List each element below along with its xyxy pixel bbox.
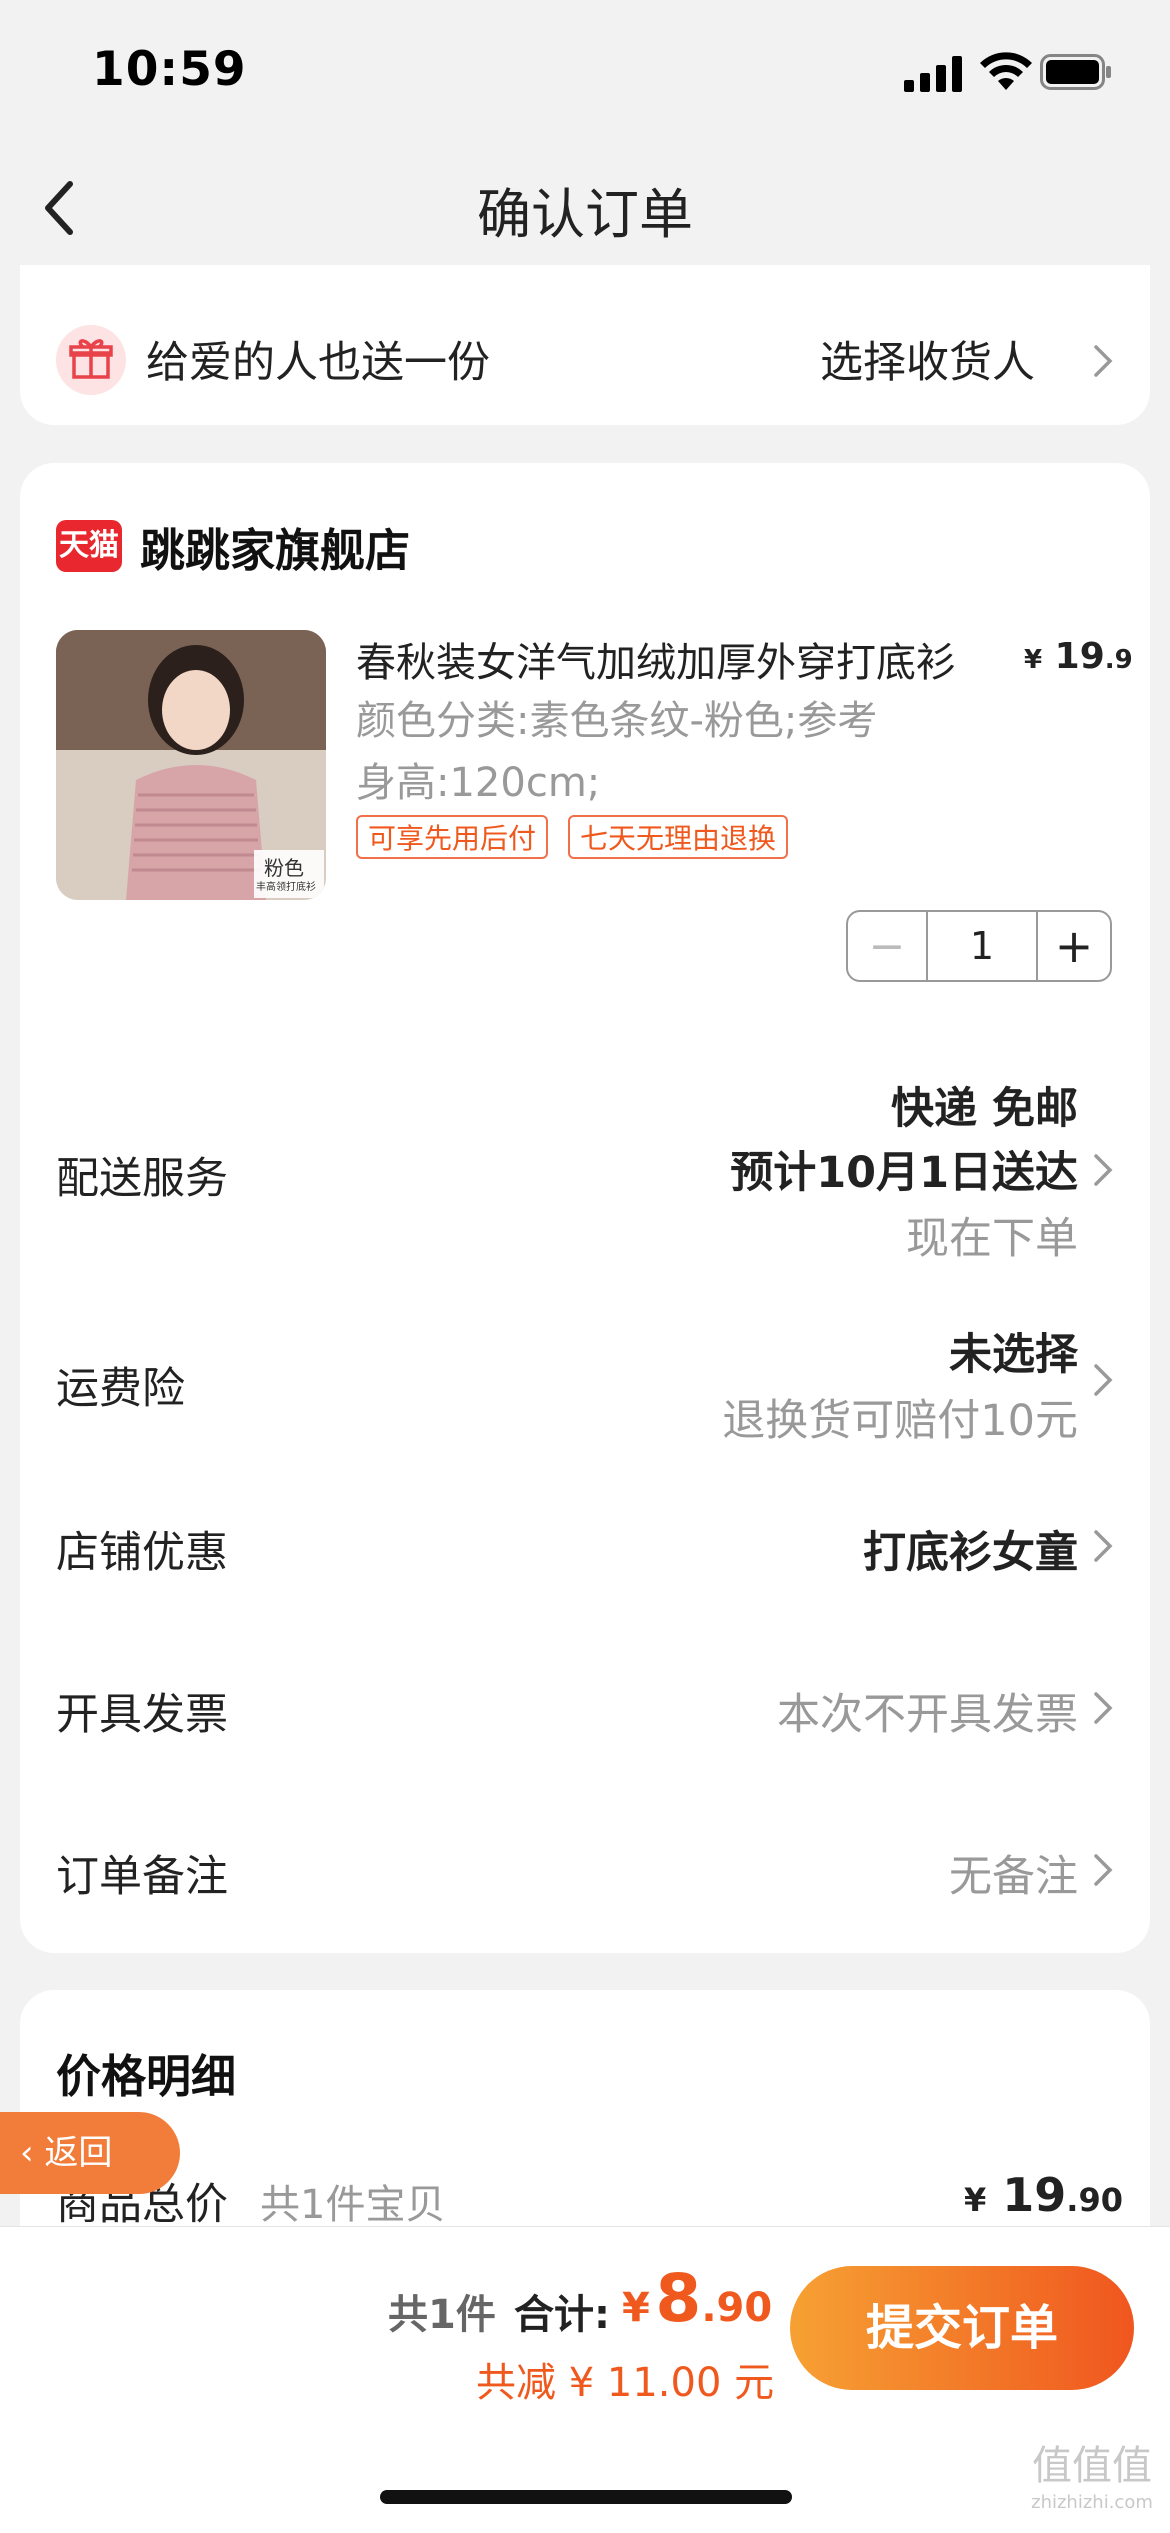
product-price: ¥ 19.9 bbox=[1024, 636, 1133, 677]
select-recipient-link[interactable]: 选择收货人 bbox=[820, 328, 1035, 390]
quantity-stepper: − 1 + bbox=[846, 910, 1112, 982]
submit-order-button[interactable]: 提交订单 bbox=[790, 2266, 1134, 2390]
price-detail-title: 价格明细 bbox=[56, 2050, 237, 2103]
total-price: ¥ 8.90 bbox=[622, 2260, 773, 2337]
delivery-label: 配送服务 bbox=[56, 1154, 228, 1204]
return-label: 返回 bbox=[44, 2133, 113, 2173]
chevron-right-icon bbox=[1094, 1154, 1113, 1186]
insurance-label: 运费险 bbox=[56, 1364, 185, 1414]
chevron-right-icon bbox=[1094, 1530, 1113, 1562]
product-image-label: 粉色 bbox=[264, 856, 304, 880]
gift-icon bbox=[56, 325, 126, 395]
increase-quantity-button[interactable]: + bbox=[1038, 912, 1110, 980]
chevron-left-icon: ‹ bbox=[20, 2133, 34, 2173]
order-note-label: 订单备注 bbox=[56, 1852, 228, 1902]
insurance-status[interactable]: 未选择 bbox=[949, 1320, 1078, 1382]
delivery-note: 现在下单 bbox=[906, 1214, 1078, 1264]
discount-total: 共减 ¥ 11.00 元 bbox=[476, 2360, 775, 2406]
chevron-right-icon bbox=[1094, 1692, 1113, 1724]
store-coupon-value[interactable]: 打底衫女童 bbox=[863, 1518, 1078, 1580]
insurance-desc: 退换货可赔付10元 bbox=[722, 1396, 1078, 1446]
product-spec-line1: 颜色分类:素色条纹-粉色;参考 bbox=[356, 698, 878, 744]
total-label: 合计: bbox=[514, 2292, 610, 2338]
item-count: 共1件 bbox=[388, 2292, 496, 2338]
quantity-value[interactable]: 1 bbox=[926, 912, 1038, 980]
watermark-url: zhizhizhi.com bbox=[1031, 2492, 1153, 2513]
product-image[interactable]: 粉色 丰高领打底衫 bbox=[56, 630, 326, 900]
page-title: 确认订单 bbox=[477, 183, 693, 246]
invoice-value[interactable]: 本次不开具发票 bbox=[777, 1680, 1078, 1742]
product-image-sublabel: 丰高领打底衫 bbox=[256, 882, 316, 893]
delivery-method[interactable]: 快递 免邮 bbox=[891, 1074, 1078, 1136]
return-float-button[interactable]: ‹ 返回 bbox=[0, 2112, 180, 2194]
watermark-logo: 值值值 bbox=[1032, 2443, 1152, 2489]
order-note-value[interactable]: 无备注 bbox=[949, 1842, 1078, 1904]
return-policy-tag: 七天无理由退换 bbox=[568, 815, 789, 859]
battery-icon bbox=[1040, 54, 1111, 90]
cellular-signal-icon bbox=[904, 56, 962, 92]
product-name[interactable]: 春秋装女洋气加绒加厚外穿打底衫 bbox=[356, 630, 956, 688]
pay-later-tag: 可享先用后付 bbox=[356, 815, 549, 859]
delivery-eta[interactable]: 预计10月1日送达 bbox=[730, 1138, 1078, 1200]
wifi-icon bbox=[980, 52, 1032, 90]
goods-count: 共1件宝贝 bbox=[260, 2182, 446, 2228]
tmall-logo-icon: 天猫 bbox=[56, 520, 122, 572]
product-spec-line2: 身高:120cm; bbox=[356, 760, 601, 806]
decrease-quantity-button[interactable]: − bbox=[848, 912, 926, 980]
chevron-right-icon bbox=[1094, 345, 1113, 377]
goods-total-price: ¥ 19.90 bbox=[964, 2168, 1123, 2222]
status-time: 10:59 bbox=[92, 42, 247, 97]
watermark: 值值值 zhizhizhi.com bbox=[1022, 2444, 1162, 2518]
chevron-right-icon bbox=[1094, 1364, 1113, 1396]
chevron-right-icon bbox=[1094, 1854, 1113, 1886]
store-coupon-label: 店铺优惠 bbox=[56, 1528, 228, 1578]
store-name[interactable]: 跳跳家旗舰店 bbox=[140, 514, 410, 579]
product-spec[interactable]: 颜色分类:素色条纹-粉色;参考 身高:120cm; bbox=[356, 690, 966, 814]
gift-text: 给爱的人也送一份 bbox=[146, 338, 490, 388]
home-indicator[interactable] bbox=[380, 2490, 792, 2504]
invoice-label: 开具发票 bbox=[56, 1690, 228, 1740]
